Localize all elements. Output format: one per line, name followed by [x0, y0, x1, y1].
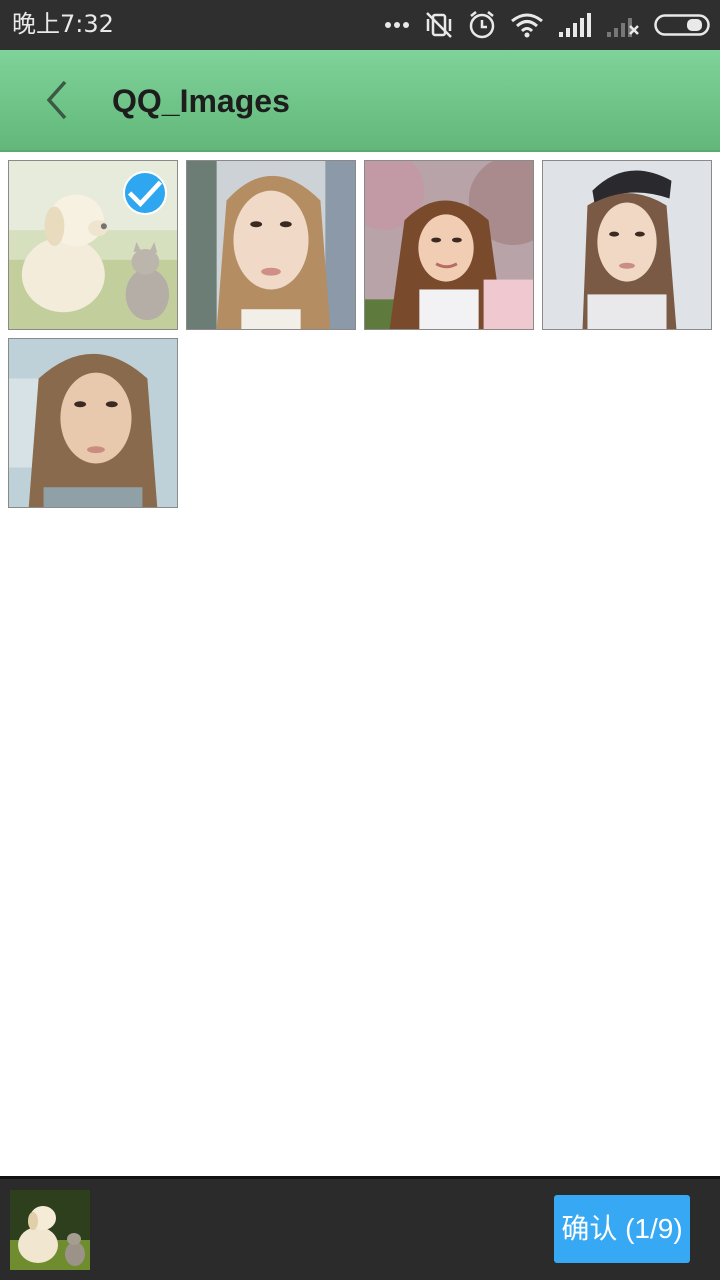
selected-thumbnail-puppy-kitten[interactable] — [10, 1190, 90, 1270]
vibrate-off-icon — [426, 12, 452, 38]
status-icons — [384, 8, 710, 42]
portrait-image — [9, 339, 177, 507]
status-time: 晚上7:32 — [12, 10, 114, 38]
wifi-icon — [511, 13, 543, 38]
signal-icon — [559, 13, 591, 37]
alarm-icon — [469, 11, 495, 39]
no-signal-icon — [607, 18, 639, 37]
image-tile-puppy-kitten[interactable] — [8, 160, 178, 330]
image-tile-portrait-3[interactable] — [542, 160, 712, 330]
back-button[interactable] — [30, 74, 82, 126]
app-bar: QQ_Images — [0, 50, 720, 152]
chevron-left-icon — [46, 80, 67, 120]
portrait-image — [187, 161, 355, 329]
bottom-bar: 确认 (1/9) — [0, 1176, 720, 1280]
selected-check-icon[interactable] — [123, 171, 167, 215]
portrait-image — [365, 161, 533, 329]
image-tile-portrait-2[interactable] — [364, 160, 534, 330]
page-title: QQ_Images — [112, 83, 290, 119]
confirm-button[interactable]: 确认 (1/9) — [554, 1195, 690, 1263]
image-tile-portrait-1[interactable] — [186, 160, 356, 330]
puppy-kitten-thumbnail — [10, 1190, 90, 1270]
portrait-image — [543, 161, 711, 329]
image-tile-portrait-4[interactable] — [8, 338, 178, 508]
battery-icon — [654, 14, 710, 36]
status-bar: 晚上7:32 — [0, 0, 720, 50]
more-dots-icon — [385, 22, 409, 28]
